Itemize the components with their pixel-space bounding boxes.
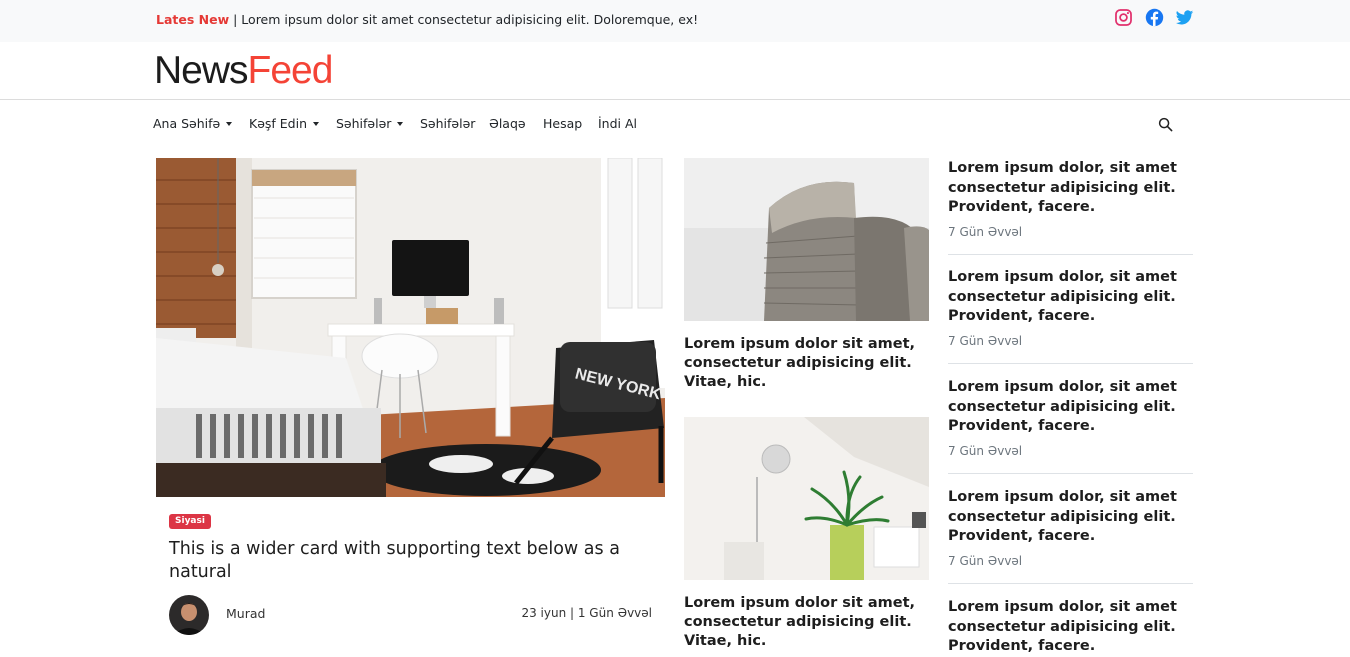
- latest-news-text: | Lorem ipsum dolor sit amet consectetur…: [229, 12, 699, 27]
- logo-part-feed: Feed: [247, 49, 334, 92]
- nav-item-discover[interactable]: Kəşf Edin: [249, 116, 320, 131]
- top-bar: Lates New | Lorem ipsum dolor sit amet c…: [0, 0, 1350, 42]
- main-nav: Ana Səhifə Kəşf Edin Səhifələr Səhifələr…: [0, 101, 1350, 147]
- latest-news-ticker[interactable]: Lates New | Lorem ipsum dolor sit amet c…: [156, 12, 698, 27]
- nav-label: İndi Al: [598, 116, 638, 131]
- chevron-down-icon: [313, 122, 320, 126]
- chevron-down-icon: [226, 122, 233, 126]
- nav-label: Ana Səhifə: [153, 116, 221, 131]
- list-item-title[interactable]: Lorem ipsum dolor, sit amet consectetur …: [948, 488, 1193, 547]
- divider: [948, 583, 1193, 584]
- list-item-title[interactable]: Lorem ipsum dolor, sit amet consectetur …: [948, 159, 1193, 218]
- nav-item-pages-dropdown[interactable]: Səhifələr: [336, 116, 404, 131]
- author-name[interactable]: Murad: [226, 606, 265, 621]
- list-item-title[interactable]: Lorem ipsum dolor, sit amet consectetur …: [948, 268, 1193, 327]
- facebook-icon[interactable]: [1145, 8, 1165, 28]
- divider: [948, 473, 1193, 474]
- avatar[interactable]: [169, 595, 209, 635]
- nav-item-home[interactable]: Ana Səhifə: [153, 116, 233, 131]
- nav-label: Səhifələr: [336, 116, 392, 131]
- category-badge[interactable]: Siyasi: [169, 514, 211, 529]
- divider: [948, 254, 1193, 255]
- site-logo[interactable]: NewsFeed: [154, 48, 334, 94]
- post-meta: 23 iyun | 1 Gün Əvvəl: [521, 606, 652, 620]
- brand-bar: NewsFeed: [0, 42, 1350, 100]
- nav-item-buy-now[interactable]: İndi Al: [598, 116, 637, 131]
- list-item[interactable]: Lorem ipsum dolor, sit amet consectetur …: [948, 378, 1193, 458]
- article-card-title[interactable]: Lorem ipsum dolor sit amet, consectetur …: [684, 335, 929, 392]
- hero-card-title[interactable]: This is a wider card with supporting tex…: [169, 538, 649, 584]
- nav-label: Səhifələr: [420, 116, 476, 131]
- nav-item-account[interactable]: Hesap: [543, 116, 582, 131]
- nav-label: Kəşf Edin: [249, 116, 308, 131]
- hero-card-image[interactable]: NEW YORK: [156, 158, 665, 497]
- divider: [948, 363, 1193, 364]
- nav-item-contact[interactable]: Əlaqə: [489, 116, 526, 131]
- list-item-time: 7 Gün Əvvəl: [948, 224, 1023, 239]
- list-item-time: 7 Gün Əvvəl: [948, 553, 1023, 568]
- list-item-time: 7 Gün Əvvəl: [948, 333, 1023, 348]
- chevron-down-icon: [397, 122, 404, 126]
- list-item[interactable]: Lorem ipsum dolor, sit amet consectetur …: [948, 488, 1193, 568]
- search-icon[interactable]: [1158, 117, 1174, 133]
- article-card-image[interactable]: [684, 158, 929, 321]
- list-item-title[interactable]: Lorem ipsum dolor, sit amet consectetur …: [948, 598, 1193, 657]
- instagram-icon[interactable]: [1114, 8, 1134, 28]
- list-item[interactable]: Lorem ipsum dolor, sit amet consectetur …: [948, 159, 1193, 239]
- list-item[interactable]: Lorem ipsum dolor, sit amet consectetur …: [948, 598, 1193, 657]
- article-card-title[interactable]: Lorem ipsum dolor sit amet, consectetur …: [684, 594, 929, 651]
- logo-part-news: News: [154, 49, 249, 92]
- latest-news-label: Lates New: [156, 12, 230, 27]
- nav-item-pages[interactable]: Səhifələr: [420, 116, 475, 131]
- list-item-title[interactable]: Lorem ipsum dolor, sit amet consectetur …: [948, 378, 1193, 437]
- nav-label: Hesap: [543, 116, 583, 131]
- list-item[interactable]: Lorem ipsum dolor, sit amet consectetur …: [948, 268, 1193, 348]
- twitter-icon[interactable]: [1175, 8, 1195, 28]
- list-item-time: 7 Gün Əvvəl: [948, 443, 1023, 458]
- article-card-image[interactable]: [684, 417, 929, 580]
- nav-label: Əlaqə: [489, 116, 526, 131]
